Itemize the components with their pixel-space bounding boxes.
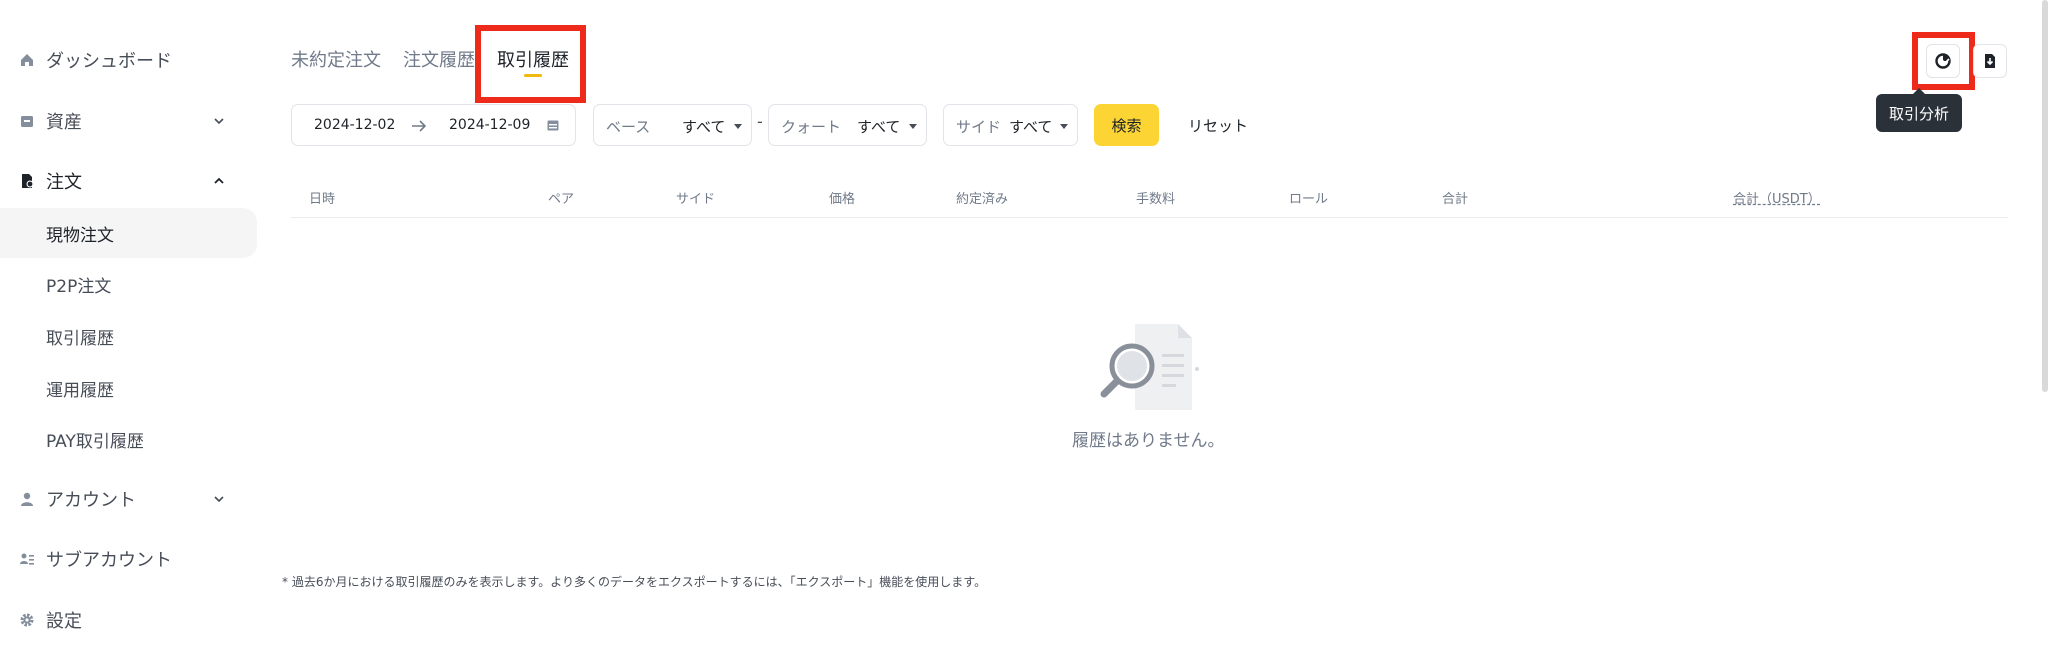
side-select[interactable]: サイド すべて — [943, 104, 1078, 146]
column-header-filled: 約定済み — [956, 192, 1009, 207]
column-header-total: 合計 — [1442, 192, 1469, 207]
user-icon — [18, 490, 36, 508]
column-header-role: ロール — [1289, 192, 1329, 207]
orders-icon — [18, 172, 36, 190]
sidebar-item-label: 資産 — [46, 112, 82, 133]
sidebar: ダッシュボード 資産 注文 現物注文 P2P注文 取引履歴 運用履歴 PAY取引… — [0, 0, 262, 647]
sidebar-subitem-label: PAY取引履歴 — [46, 431, 144, 452]
chevron-down-icon[interactable] — [212, 492, 226, 506]
footnote: * 過去6か月における取引履歴のみを表示します。より多くのデータをエクスポートす… — [282, 575, 987, 589]
trade-analysis-tooltip: 取引分析 — [1876, 88, 1962, 132]
sidebar-item-subaccount[interactable]: サブアカウント — [0, 533, 257, 585]
caret-down-icon — [1060, 124, 1068, 129]
search-button[interactable]: 検索 — [1094, 104, 1159, 146]
arrow-right-icon — [412, 120, 427, 132]
column-header-total-usdt[interactable]: 合計（USDT） — [1733, 188, 1821, 207]
reset-button[interactable]: リセット — [1178, 104, 1258, 146]
date-start[interactable]: 2024-12-02 — [314, 117, 395, 133]
chevron-up-icon[interactable] — [212, 174, 226, 188]
tab-order-history[interactable]: 注文履歴 — [403, 46, 475, 72]
sidebar-item-label: 設定 — [46, 611, 82, 632]
highlight-box-analysis — [1912, 32, 1975, 90]
chevron-down-icon[interactable] — [212, 114, 226, 128]
column-header-fee: 手数料 — [1136, 192, 1176, 207]
base-select-value: すべて — [682, 118, 726, 136]
sidebar-item-dashboard[interactable]: ダッシュボード — [0, 34, 257, 86]
sidebar-item-orders[interactable]: 注文 — [0, 155, 257, 207]
sidebar-item-settings[interactable]: 設定 — [0, 594, 257, 646]
pair-separator: - — [757, 112, 763, 131]
sidebar-subitem-label: 運用履歴 — [46, 380, 114, 401]
download-file-icon — [1985, 54, 1995, 68]
sidebar-item-assets[interactable]: 資産 — [0, 95, 257, 147]
sidebar-subitem-earn-history[interactable]: 運用履歴 — [0, 363, 257, 413]
highlight-box-tab — [475, 25, 586, 103]
sidebar-subitem-trade-history[interactable]: 取引履歴 — [0, 311, 257, 361]
side-select-value: すべて — [1009, 118, 1053, 136]
sidebar-item-label: アカウント — [46, 490, 136, 511]
quote-select[interactable]: クォート すべて — [768, 104, 927, 146]
base-select[interactable]: ベース すべて — [593, 104, 752, 146]
sidebar-subitem-pay-history[interactable]: PAY取引履歴 — [0, 414, 257, 464]
no-records-illustration — [1100, 324, 1199, 410]
column-header-datetime: 日時 — [309, 192, 336, 207]
sidebar-item-label: 注文 — [46, 172, 82, 193]
sidebar-subitem-label: 現物注文 — [46, 225, 114, 246]
page-scrollbar[interactable] — [2042, 0, 2048, 392]
side-select-label: サイド — [956, 118, 1002, 136]
date-end[interactable]: 2024-12-09 — [449, 117, 530, 133]
calendar-icon[interactable] — [546, 118, 560, 132]
empty-state-message: 履歴はありません。 — [1072, 431, 1225, 451]
sidebar-subitem-label: P2P注文 — [46, 276, 112, 297]
column-header-pair: ペア — [548, 192, 575, 207]
sidebar-subitem-p2p-orders[interactable]: P2P注文 — [0, 259, 257, 309]
quote-select-value: すべて — [857, 118, 901, 136]
subaccount-icon — [18, 550, 36, 568]
caret-down-icon — [734, 124, 742, 129]
table-divider — [291, 217, 2008, 218]
gear-icon — [18, 611, 36, 629]
base-select-label: ベース — [606, 118, 651, 136]
wallet-icon — [18, 112, 36, 130]
quote-select-label: クォート — [781, 118, 842, 136]
sidebar-item-label: サブアカウント — [46, 550, 172, 571]
tab-open-orders[interactable]: 未約定注文 — [291, 46, 381, 72]
sidebar-item-label: ダッシュボード — [46, 51, 172, 72]
sidebar-subitem-label: 取引履歴 — [46, 328, 114, 349]
export-button[interactable] — [1973, 44, 2007, 78]
sidebar-subitem-spot-orders[interactable]: 現物注文 — [0, 208, 257, 258]
column-header-side: サイド — [676, 192, 716, 207]
caret-down-icon — [909, 124, 917, 129]
sidebar-item-account[interactable]: アカウント — [0, 473, 257, 525]
home-icon — [18, 51, 36, 69]
column-header-price: 価格 — [829, 192, 856, 207]
date-range-picker[interactable]: 2024-12-02 2024-12-09 — [291, 104, 576, 146]
